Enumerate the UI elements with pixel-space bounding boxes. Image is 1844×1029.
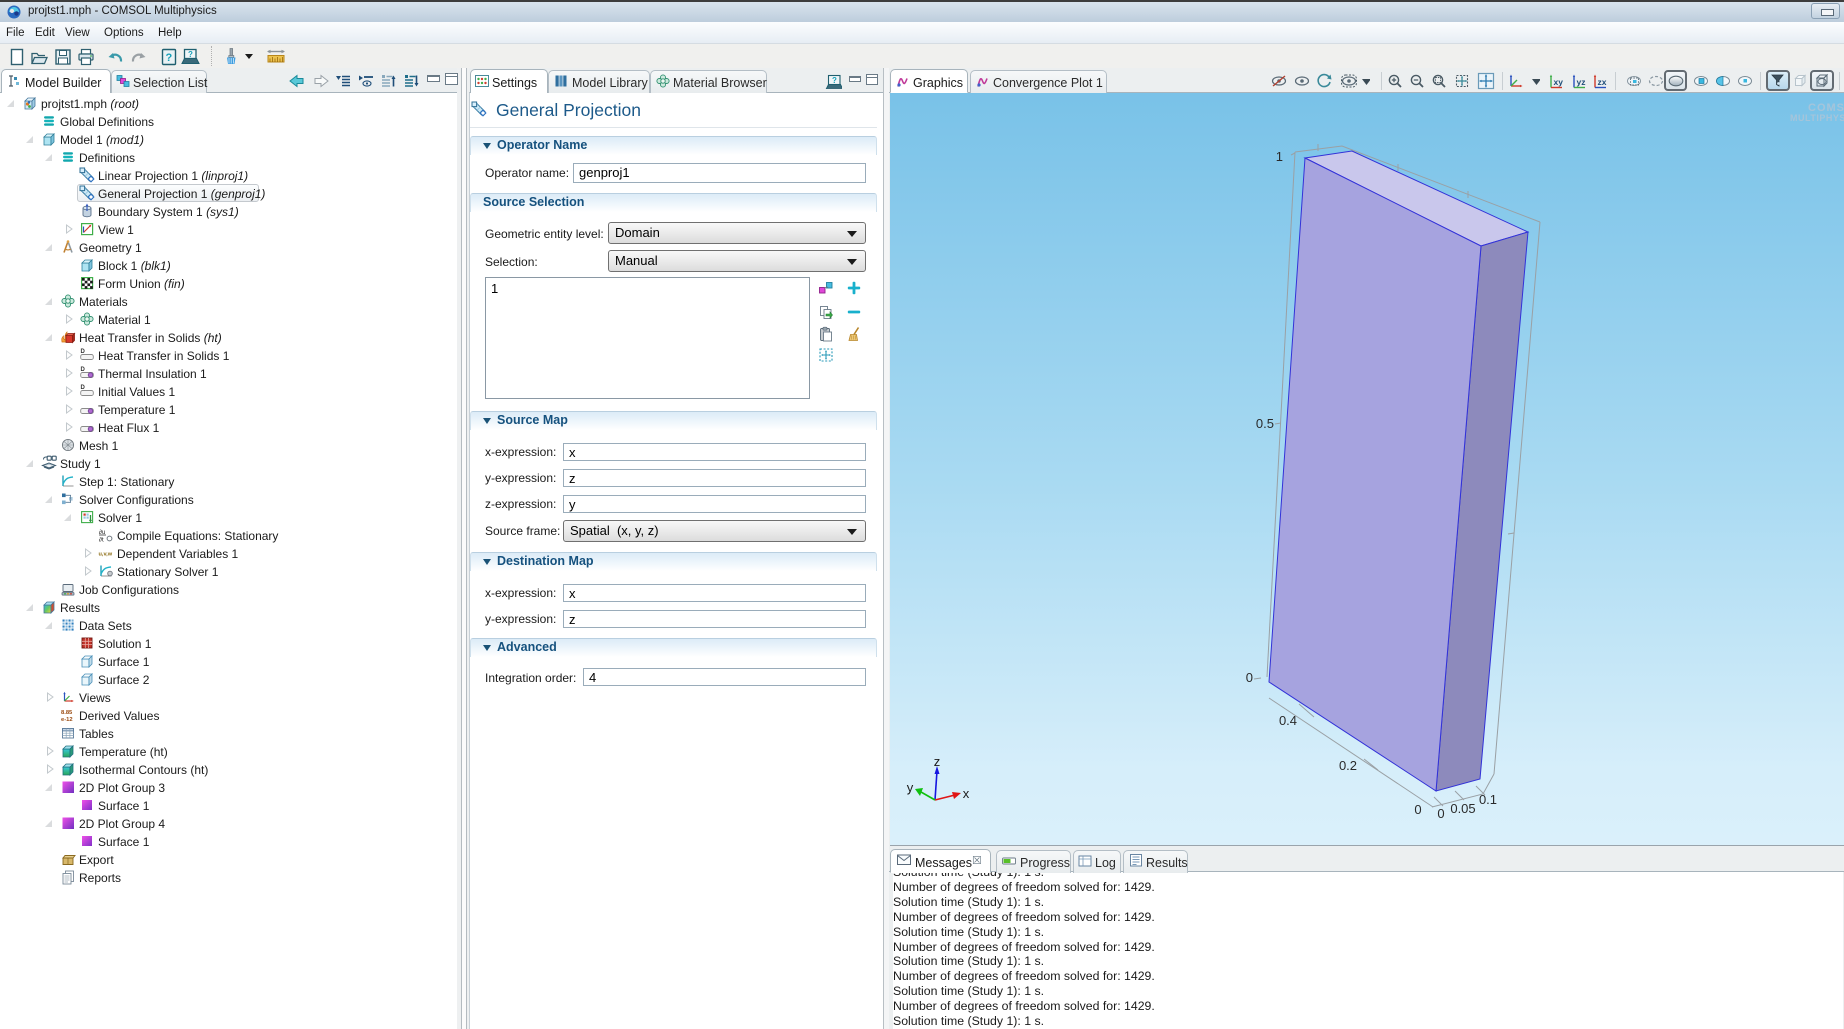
svg-text:0.2: 0.2 <box>1339 758 1357 773</box>
svg-text:0: 0 <box>1437 806 1444 821</box>
svg-text:0.5: 0.5 <box>1256 416 1274 431</box>
svg-text:zx: zx <box>1598 77 1607 87</box>
svg-text:0.05: 0.05 <box>1450 801 1475 816</box>
svg-text:8.85: 8.85 <box>61 710 73 716</box>
svg-text:∂t: ∂t <box>99 537 104 544</box>
svg-text:1: 1 <box>1276 149 1283 164</box>
svg-text:?: ? <box>832 76 837 85</box>
svg-text:?: ? <box>166 52 173 64</box>
svg-text:u,v,w: u,v,w <box>99 552 113 558</box>
svg-text:0.1: 0.1 <box>1479 792 1497 807</box>
svg-text:e-12: e-12 <box>61 717 73 723</box>
svg-text:y: y <box>907 780 914 795</box>
svg-text:0: 0 <box>1246 670 1253 685</box>
svg-text:x: x <box>963 786 970 801</box>
svg-text:xy: xy <box>1554 77 1564 87</box>
svg-text:0.4: 0.4 <box>1279 713 1297 728</box>
svg-text:z: z <box>934 754 941 769</box>
svg-text:?: ? <box>188 50 193 59</box>
svg-text:0: 0 <box>1414 802 1421 817</box>
svg-text:yz: yz <box>1577 77 1586 87</box>
